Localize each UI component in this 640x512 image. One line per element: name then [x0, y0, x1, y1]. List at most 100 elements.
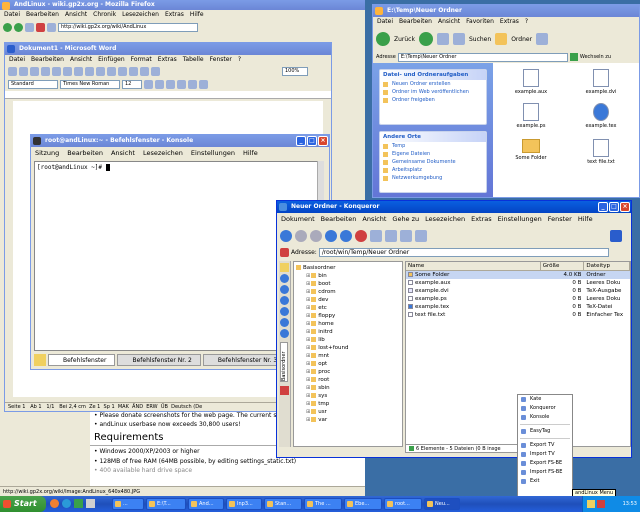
- close-button[interactable]: ×: [318, 136, 328, 146]
- folders-button[interactable]: Ordner: [511, 36, 532, 43]
- file-row[interactable]: example.tex 0 B TeX-Datei: [406, 303, 630, 311]
- konq-menu-fenster[interactable]: Fenster: [548, 215, 572, 224]
- italic-icon[interactable]: [155, 79, 164, 89]
- tree-item-root[interactable]: Basisordner: [294, 264, 402, 272]
- konq-menu-gehe-zu[interactable]: Gehe zu: [392, 215, 419, 224]
- konsole-menu-einstellungen[interactable]: Einstellungen: [191, 149, 235, 158]
- stop-icon[interactable]: [36, 22, 45, 32]
- link-icon[interactable]: [129, 66, 138, 76]
- word-menu-format[interactable]: Format: [131, 55, 152, 64]
- menu-item-export-tv[interactable]: Export TV: [518, 441, 572, 450]
- file-row[interactable]: text file.txt 0 B Einfacher Tex: [406, 311, 630, 319]
- print-icon[interactable]: [41, 66, 50, 76]
- taskbar-item-inp3[interactable]: Inp3...: [226, 498, 262, 510]
- go-button[interactable]: Wechseln zu: [580, 54, 611, 60]
- bookmarks-tab-icon[interactable]: [280, 263, 289, 272]
- konsole-menu-sitzung[interactable]: Sitzung: [35, 149, 59, 158]
- home-tab-icon[interactable]: [280, 296, 289, 305]
- view-mode-icon[interactable]: [415, 230, 427, 242]
- underline-icon[interactable]: [166, 79, 175, 89]
- align-right-icon[interactable]: [199, 79, 208, 89]
- views-icon[interactable]: [536, 33, 549, 45]
- place-shared-documents[interactable]: Gemeinsame Dokumente: [380, 158, 486, 166]
- explorer-menu-ansicht[interactable]: Ansicht: [438, 17, 460, 26]
- explorer-menu-bearbeiten[interactable]: Bearbeiten: [399, 17, 432, 26]
- cut-icon[interactable]: [74, 66, 83, 76]
- clear-location-icon[interactable]: [280, 247, 289, 257]
- menu-item-kate[interactable]: Kate: [518, 395, 572, 404]
- tree-item[interactable]: ⊞ etc: [304, 304, 402, 312]
- tree-item[interactable]: ⊞ lost+found: [304, 344, 402, 352]
- reload-icon[interactable]: [340, 230, 352, 242]
- file-row[interactable]: Some Folder 4.0 KB Ordner: [406, 271, 630, 279]
- back-button[interactable]: Zurück: [394, 36, 415, 43]
- place-my-computer[interactable]: Arbeitsplatz: [380, 166, 486, 174]
- table-icon[interactable]: [140, 66, 149, 76]
- konq-menu-einstellungen[interactable]: Einstellungen: [498, 215, 542, 224]
- ie-quicklaunch-icon[interactable]: [62, 499, 71, 508]
- word-menu-bearbeiten[interactable]: Bearbeiten: [31, 55, 64, 64]
- taskbar-item[interactable]: ...: [112, 498, 144, 510]
- forward-icon[interactable]: [14, 22, 23, 32]
- firefox-menu-ansicht[interactable]: Ansicht: [65, 10, 87, 19]
- desktop-quicklaunch-icon[interactable]: [86, 499, 95, 508]
- place-network[interactable]: Netzwerkumgebung: [380, 174, 486, 182]
- services-tab-icon[interactable]: [280, 329, 289, 338]
- konsole-menu-bearbeiten[interactable]: Bearbeiten: [67, 149, 103, 158]
- firefox-menu-chronik[interactable]: Chronik: [93, 10, 116, 19]
- up-icon[interactable]: [280, 230, 292, 242]
- folders-icon[interactable]: [495, 33, 508, 45]
- up-folder-icon[interactable]: [436, 33, 449, 45]
- search-icon[interactable]: [452, 33, 465, 45]
- taskbar-item-andlinux[interactable]: And...: [188, 498, 224, 510]
- tree-item[interactable]: ⊞ tmp: [304, 400, 402, 408]
- trash-tab-icon[interactable]: [280, 386, 289, 395]
- col-name[interactable]: Name: [406, 262, 541, 270]
- file-row[interactable]: example.dvi 0 B TeX-Ausgabe: [406, 287, 630, 295]
- konq-menu-extras[interactable]: Extras: [471, 215, 492, 224]
- task-new-folder[interactable]: Neuen Ordner erstellen: [380, 80, 486, 88]
- explorer-address-field[interactable]: E:\Temp\Neuer Ordner: [397, 52, 568, 62]
- new-icon[interactable]: [8, 66, 17, 76]
- reload-icon[interactable]: [25, 22, 34, 32]
- tree-item[interactable]: ⊞ home: [304, 320, 402, 328]
- taskbar-item-root[interactable]: root...: [384, 498, 422, 510]
- task-publish-web[interactable]: Ordner im Web veröffentlichen: [380, 88, 486, 96]
- zoom-in-icon[interactable]: [385, 230, 397, 242]
- size-select[interactable]: 12: [122, 79, 142, 89]
- history-tab-icon[interactable]: [280, 285, 289, 294]
- word-menu-einfuegen[interactable]: Einfügen: [98, 55, 124, 64]
- firefox-menu-bearbeiten[interactable]: Bearbeiten: [26, 10, 59, 19]
- explorer-menu-favoriten[interactable]: Favoriten: [466, 17, 494, 26]
- root-tab-icon[interactable]: [280, 318, 289, 327]
- konsole-tab-2[interactable]: Befehlsfenster Nr. 2: [117, 354, 201, 366]
- back-icon[interactable]: [295, 230, 307, 242]
- align-center-icon[interactable]: [188, 79, 197, 89]
- style-select[interactable]: Standard: [8, 79, 58, 89]
- taskbar-item-stan[interactable]: Stan...: [264, 498, 302, 510]
- open-icon[interactable]: [19, 66, 28, 76]
- word-titlebar[interactable]: Dokument1 - Microsoft Word: [5, 43, 331, 55]
- firefox-url-field[interactable]: http://wiki.gp2x.org/wiki/AndLinux: [58, 22, 198, 32]
- tree-item[interactable]: ⊞ cdrom: [304, 288, 402, 296]
- tree-item[interactable]: ⊞ dev: [304, 296, 402, 304]
- konq-menu-bearbeiten[interactable]: Bearbeiten: [321, 215, 357, 224]
- network-tray-icon[interactable]: [597, 500, 605, 508]
- firefox-menu-datei[interactable]: Datei: [4, 10, 20, 19]
- align-left-icon[interactable]: [177, 79, 186, 89]
- tree-item[interactable]: ⊞ lib: [304, 336, 402, 344]
- konsole-menu-lesezeichen[interactable]: Lesezeichen: [143, 149, 183, 158]
- task-share-folder[interactable]: Ordner freigeben: [380, 96, 486, 104]
- back-icon[interactable]: [376, 32, 390, 46]
- word-menu-fenster[interactable]: Fenster: [210, 55, 232, 64]
- file-example-dvi[interactable]: example.dvi: [581, 69, 621, 95]
- col-type[interactable]: Dateityp: [584, 262, 631, 270]
- konq-address-field[interactable]: /root/win/Temp/Neuer Ordner: [318, 247, 609, 257]
- tree-item[interactable]: ⊞ sys: [304, 392, 402, 400]
- place-temp[interactable]: Temp: [380, 142, 486, 150]
- konsole-menu-hilfe[interactable]: Hilfe: [243, 149, 258, 158]
- taskbar-item-neu[interactable]: Neu...: [424, 498, 460, 510]
- tree-item[interactable]: ⊞ bin: [304, 272, 402, 280]
- forward-icon[interactable]: [310, 230, 322, 242]
- konsole-tab-3[interactable]: Befehlsfenster Nr. 3: [202, 354, 287, 366]
